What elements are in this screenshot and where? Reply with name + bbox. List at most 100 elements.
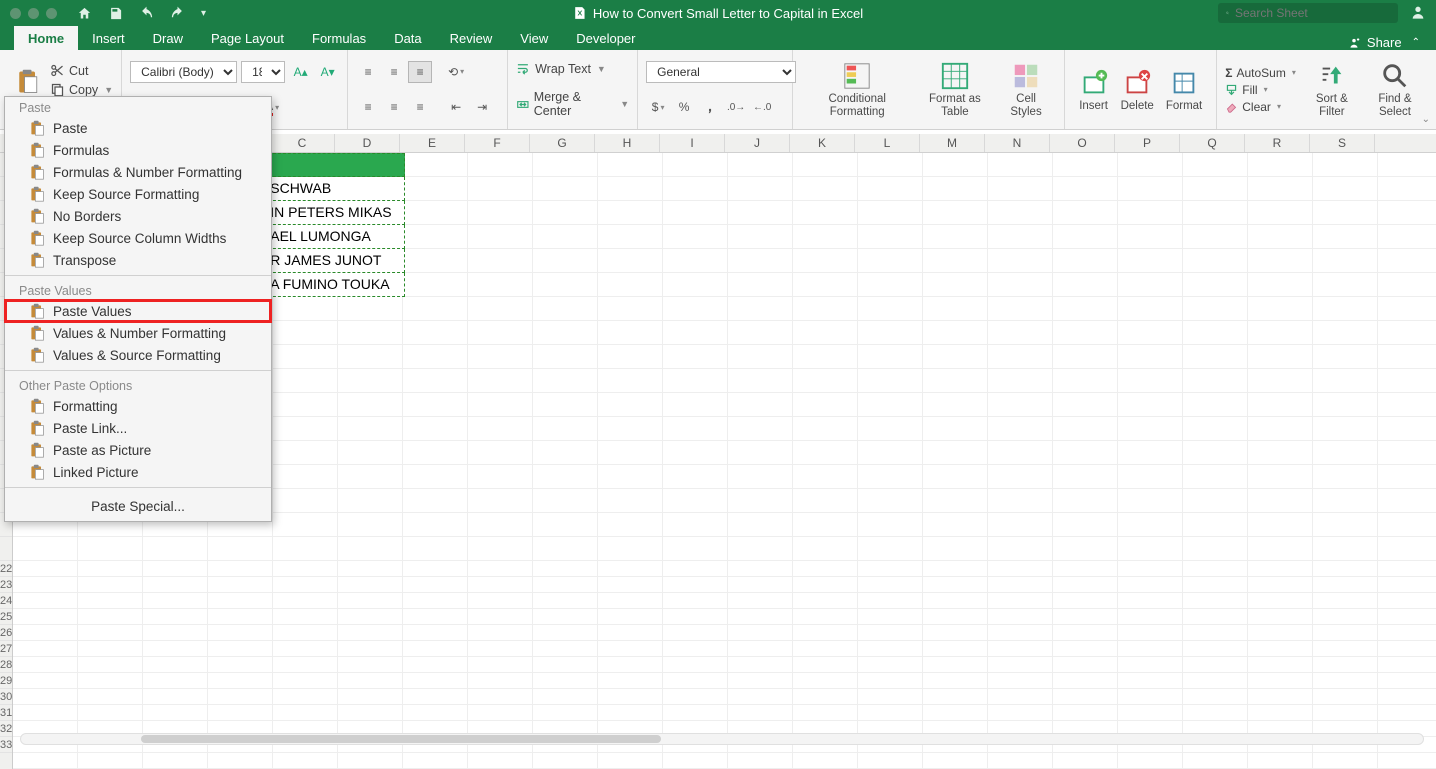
column-header[interactable]: I	[660, 134, 725, 152]
paste-menu-item[interactable]: Keep Source Column Widths	[5, 227, 271, 249]
row-header[interactable]: 26	[0, 625, 12, 641]
tab-insert[interactable]: Insert	[78, 26, 139, 50]
user-account-icon[interactable]	[1398, 4, 1436, 23]
paste-menu-item[interactable]: Paste as Picture	[5, 439, 271, 461]
row-header[interactable]: 28	[0, 657, 12, 673]
wrap-text-button[interactable]: Wrap Text▼	[516, 59, 629, 78]
paste-menu-item[interactable]: Formatting	[5, 395, 271, 417]
paste-menu-item[interactable]: Transpose	[5, 249, 271, 271]
decrease-decimal-icon[interactable]: ←.0	[750, 96, 774, 118]
home-icon[interactable]	[77, 6, 92, 21]
paste-menu-item[interactable]: Keep Source Formatting	[5, 183, 271, 205]
row-header[interactable]: 30	[0, 689, 12, 705]
find-select-button[interactable]: Find & Select	[1362, 61, 1428, 118]
clear-button[interactable]: Clear▾	[1225, 100, 1296, 114]
column-header[interactable]: C	[270, 134, 335, 152]
paste-menu-item[interactable]: Paste Link...	[5, 417, 271, 439]
conditional-formatting-button[interactable]: Conditional Formatting	[801, 61, 913, 118]
undo-icon[interactable]	[139, 6, 154, 21]
save-icon[interactable]	[108, 6, 123, 21]
paste-special-item[interactable]: Paste Special...	[5, 492, 271, 521]
paste-menu-item[interactable]: Values & Number Formatting	[5, 322, 271, 344]
horizontal-scrollbar[interactable]	[20, 733, 1424, 745]
orientation-icon[interactable]: ⟲▾	[444, 61, 468, 83]
format-button[interactable]: Format	[1160, 68, 1208, 112]
paste-menu-item[interactable]: Paste	[5, 117, 271, 139]
format-as-table-button[interactable]: Format as Table	[913, 61, 996, 118]
align-top-icon[interactable]: ≡	[356, 61, 380, 83]
delete-button[interactable]: Delete	[1115, 68, 1160, 112]
column-header[interactable]: S	[1310, 134, 1375, 152]
decrease-font-icon[interactable]: A▾	[316, 61, 339, 83]
align-center-icon[interactable]: ≡	[382, 96, 406, 118]
tab-data[interactable]: Data	[380, 26, 435, 50]
data-cell[interactable]: A FUMINO TOUKA	[263, 273, 405, 297]
data-cell[interactable]: AEL LUMONGA	[263, 225, 405, 249]
row-header[interactable]: 25	[0, 609, 12, 625]
row-header[interactable]: 33	[0, 737, 12, 753]
tab-page-layout[interactable]: Page Layout	[197, 26, 298, 50]
qat-more-icon[interactable]: ▾	[201, 8, 206, 19]
column-header[interactable]: O	[1050, 134, 1115, 152]
column-header[interactable]: R	[1245, 134, 1310, 152]
row-header[interactable]: 31	[0, 705, 12, 721]
paste-menu-item[interactable]: Values & Source Formatting	[5, 344, 271, 366]
tab-review[interactable]: Review	[436, 26, 507, 50]
column-header[interactable]: E	[400, 134, 465, 152]
column-header[interactable]: Q	[1180, 134, 1245, 152]
window-controls[interactable]	[0, 8, 67, 19]
search-input[interactable]	[1235, 6, 1390, 20]
column-header[interactable]: P	[1115, 134, 1180, 152]
paste-menu-item[interactable]: Formulas & Number Formatting	[5, 161, 271, 183]
merge-center-button[interactable]: Merge & Center▼	[516, 88, 629, 120]
column-header[interactable]: K	[790, 134, 855, 152]
font-name-select[interactable]: Calibri (Body)	[130, 61, 237, 83]
collapse-ribbon-icon[interactable]: ⌃	[1408, 37, 1424, 48]
align-right-icon[interactable]: ≡	[408, 96, 432, 118]
sort-filter-button[interactable]: Sort & Filter	[1302, 61, 1362, 118]
share-button[interactable]: Share	[1367, 35, 1402, 50]
align-bottom-icon[interactable]: ≡	[408, 61, 432, 83]
row-header[interactable]: 22	[0, 561, 12, 577]
tab-view[interactable]: View	[506, 26, 562, 50]
increase-font-icon[interactable]: A▴	[289, 61, 312, 83]
currency-button[interactable]: $▾	[646, 96, 670, 118]
number-format-select[interactable]: General	[646, 61, 796, 83]
insert-button[interactable]: Insert	[1073, 68, 1115, 112]
autosum-button[interactable]: ΣAutoSum▾	[1225, 66, 1296, 80]
comma-button[interactable]: ꓹ	[698, 96, 722, 118]
column-header[interactable]: D	[335, 134, 400, 152]
data-cell[interactable]: IN PETERS MIKAS	[263, 201, 405, 225]
tab-draw[interactable]: Draw	[139, 26, 197, 50]
fill-button[interactable]: Fill▾	[1225, 83, 1296, 97]
align-left-icon[interactable]: ≡	[356, 96, 380, 118]
column-header[interactable]: F	[465, 134, 530, 152]
cut-button[interactable]: Cut	[50, 61, 113, 80]
data-cell[interactable]	[263, 153, 405, 177]
cell-styles-button[interactable]: Cell Styles	[997, 61, 1056, 118]
paste-menu-item[interactable]: Formulas	[5, 139, 271, 161]
row-header[interactable]: 27	[0, 641, 12, 657]
row-header[interactable]: 23	[0, 577, 12, 593]
column-header[interactable]: N	[985, 134, 1050, 152]
row-header[interactable]: 32	[0, 721, 12, 737]
percent-button[interactable]: %	[672, 96, 696, 118]
collapse-icon[interactable]: ⌄	[1422, 114, 1430, 125]
paste-menu-item[interactable]: No Borders	[5, 205, 271, 227]
row-header[interactable]: 24	[0, 593, 12, 609]
tab-developer[interactable]: Developer	[562, 26, 649, 50]
column-header[interactable]: J	[725, 134, 790, 152]
decrease-indent-icon[interactable]: ⇤	[444, 96, 468, 118]
font-size-select[interactable]: 18	[241, 61, 285, 83]
redo-icon[interactable]	[170, 6, 185, 21]
column-header[interactable]: G	[530, 134, 595, 152]
paste-menu-item[interactable]: Linked Picture	[5, 461, 271, 483]
align-middle-icon[interactable]: ≡	[382, 61, 406, 83]
column-header[interactable]: L	[855, 134, 920, 152]
paste-menu-item[interactable]: Paste Values	[5, 300, 271, 322]
tab-formulas[interactable]: Formulas	[298, 26, 380, 50]
data-cell[interactable]: R JAMES JUNOT	[263, 249, 405, 273]
increase-indent-icon[interactable]: ⇥	[470, 96, 494, 118]
increase-decimal-icon[interactable]: .0→	[724, 96, 748, 118]
column-header[interactable]: H	[595, 134, 660, 152]
